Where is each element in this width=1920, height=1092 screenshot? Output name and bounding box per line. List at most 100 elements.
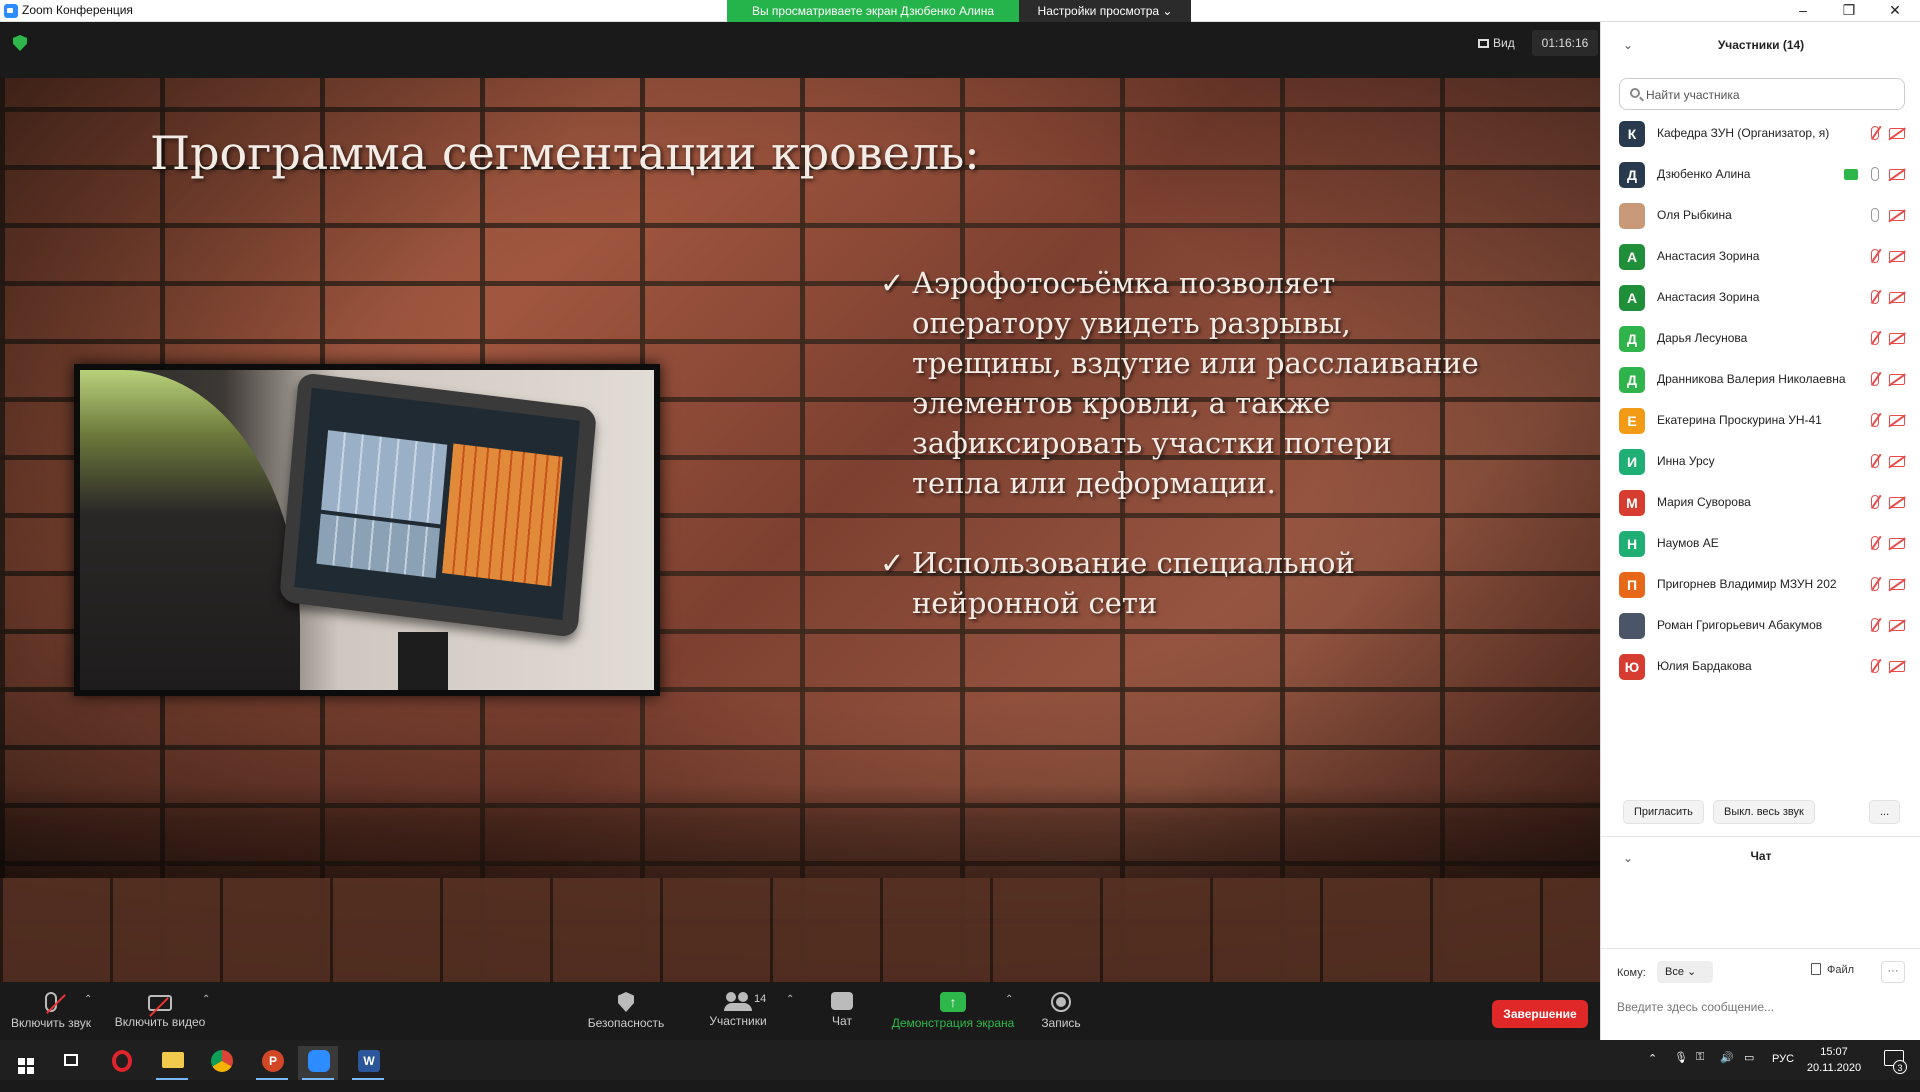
zoom-taskbar-button[interactable] xyxy=(298,1046,338,1080)
restore-button[interactable]: ❐ xyxy=(1826,0,1872,22)
network-icon[interactable]: ▭ xyxy=(1744,1051,1754,1091)
participant-row[interactable]: Д Дарья Лесунова xyxy=(1601,319,1920,360)
camera-off-icon xyxy=(148,995,172,1011)
minimize-button[interactable]: – xyxy=(1780,0,1826,22)
file-button[interactable]: Файл xyxy=(1811,963,1854,976)
slide-title: Программа сегментации кровель: xyxy=(150,126,980,180)
video-options-caret-icon[interactable]: ⌃ xyxy=(202,994,210,1005)
invite-button[interactable]: Пригласить xyxy=(1623,800,1704,824)
participant-row[interactable]: П Пригорнев Владимир МЗУН 202 xyxy=(1601,565,1920,606)
participant-row[interactable]: М Мария Суворова xyxy=(1601,483,1920,524)
start-button[interactable] xyxy=(4,1046,44,1080)
task-view-button[interactable] xyxy=(52,1046,92,1080)
security-button[interactable]: Безопасность xyxy=(586,982,666,1040)
chrome-taskbar-button[interactable] xyxy=(202,1046,242,1080)
chat-label: Чат xyxy=(832,1014,852,1028)
unmute-button[interactable]: Включить звук xyxy=(8,982,94,1040)
input-language[interactable]: РУС xyxy=(1772,1053,1794,1065)
participant-row[interactable]: А Анастасия Зорина xyxy=(1601,278,1920,319)
view-settings-button[interactable]: Настройки просмотра ⌄ xyxy=(1019,0,1191,22)
avatar: Е xyxy=(1619,408,1645,434)
solar-panel-image xyxy=(316,513,440,579)
chat-message-input[interactable] xyxy=(1617,995,1907,1019)
chat-bubble-icon xyxy=(831,992,853,1010)
chrome-icon xyxy=(211,1050,233,1072)
volume-icon[interactable]: 🔊 xyxy=(1720,1051,1734,1091)
view-button-label: Вид xyxy=(1493,36,1515,50)
participant-row[interactable]: Е Екатерина Проскурина УН-41 xyxy=(1601,401,1920,442)
mute-all-button[interactable]: Выкл. весь звук xyxy=(1713,800,1815,824)
encryption-shield-icon[interactable] xyxy=(13,35,27,51)
participant-search[interactable] xyxy=(1619,78,1905,110)
participants-icon xyxy=(724,992,752,1011)
audio-options-caret-icon[interactable]: ⌃ xyxy=(84,994,92,1005)
chat-recipient-select[interactable]: Все ⌄ xyxy=(1657,961,1713,983)
camera-off-icon xyxy=(1889,579,1905,590)
avatar: Д xyxy=(1619,367,1645,393)
view-button[interactable]: Вид xyxy=(1478,32,1515,54)
participant-row[interactable]: Ю Юлия Бардакова xyxy=(1601,647,1920,688)
record-button[interactable]: Запись xyxy=(1038,982,1084,1040)
unmute-label: Включить звук xyxy=(10,1016,92,1030)
participant-row[interactable]: А Анастасия Зорина xyxy=(1601,237,1920,278)
participants-caret-icon[interactable]: ⌃ xyxy=(786,994,794,1005)
avatar: Д xyxy=(1619,326,1645,352)
camera-off-icon xyxy=(1889,210,1905,221)
slide-bullet: ✓ Использование специальной нейронной се… xyxy=(880,543,1480,623)
photo-content xyxy=(80,370,654,690)
mic-muted-icon xyxy=(1871,372,1879,386)
camera-off-icon xyxy=(1889,661,1905,672)
mic-muted-icon xyxy=(45,992,57,1012)
participant-name: Дранникова Валерия Николаевна xyxy=(1657,372,1846,386)
camera-off-icon xyxy=(1889,128,1905,139)
word-taskbar-button[interactable]: W xyxy=(348,1046,388,1080)
chat-more-button[interactable]: ··· xyxy=(1881,961,1905,983)
mic-muted-icon xyxy=(1871,413,1879,427)
meeting-timer: 01:16:16 xyxy=(1532,30,1598,56)
security-shield-icon xyxy=(618,992,634,1012)
slide-photo-drone-tablet xyxy=(74,364,660,696)
participant-row[interactable]: Роман Григорьевич Абакумов xyxy=(1601,606,1920,647)
participant-name: Мария Суворова xyxy=(1657,495,1751,509)
camera-off-icon xyxy=(1889,456,1905,467)
start-video-button[interactable]: Включить видео xyxy=(112,982,208,1040)
avatar xyxy=(1619,613,1645,639)
meeting-toolbar: Включить звук ⌃ Включить видео ⌃ Безопас… xyxy=(0,982,1600,1040)
camera-off-icon xyxy=(1889,333,1905,344)
end-meeting-button[interactable]: Завершение xyxy=(1492,1000,1588,1028)
share-screen-icon: ↑ xyxy=(940,992,966,1012)
opera-icon xyxy=(112,1050,132,1072)
taskbar-clock[interactable]: 15:07 20.11.2020 xyxy=(1806,1044,1862,1076)
participant-name: Анастасия Зорина xyxy=(1657,249,1760,263)
participant-row[interactable]: Оля Рыбкина xyxy=(1601,196,1920,237)
microphone-tray-icon[interactable]: 🎙 xyxy=(1674,1051,1688,1091)
tray-overflow-icon[interactable]: ⌃ xyxy=(1648,1052,1657,1092)
participant-name: Анастасия Зорина xyxy=(1657,290,1760,304)
explorer-taskbar-button[interactable] xyxy=(152,1046,192,1080)
avatar: Ю xyxy=(1619,654,1645,680)
participant-row[interactable]: Д Дзюбенко Алина xyxy=(1601,155,1920,196)
mic-icon xyxy=(1871,167,1879,181)
chat-button[interactable]: Чат xyxy=(826,982,858,1040)
participant-name: Юлия Бардакова xyxy=(1657,659,1752,673)
participant-row[interactable]: К Кафедра ЗУН (Организатор, я) xyxy=(1601,114,1920,155)
network-security-tray-icon[interactable]: ⚿ xyxy=(1696,1051,1704,1091)
share-screen-button[interactable]: ↑ Демонстрация экрана xyxy=(888,982,1018,1040)
share-options-caret-icon[interactable]: ⌃ xyxy=(1005,994,1013,1005)
participants-button[interactable]: 14 Участники xyxy=(704,982,772,1040)
opera-taskbar-button[interactable] xyxy=(102,1046,142,1080)
participant-row[interactable]: И Инна Урсу xyxy=(1601,442,1920,483)
participant-row[interactable]: Н Наумов АЕ xyxy=(1601,524,1920,565)
participant-name: Кафедра ЗУН (Организатор, я) xyxy=(1657,126,1830,140)
more-options-button[interactable]: ... xyxy=(1869,800,1901,824)
close-button[interactable]: ✕ xyxy=(1872,0,1918,22)
mic-muted-icon xyxy=(1871,249,1879,263)
avatar: А xyxy=(1619,244,1645,270)
zoom-app-icon xyxy=(4,4,18,18)
participant-name: Оля Рыбкина xyxy=(1657,208,1732,222)
participant-search-input[interactable] xyxy=(1646,85,1896,105)
powerpoint-taskbar-button[interactable]: P xyxy=(252,1046,292,1080)
check-icon: ✓ xyxy=(880,546,905,580)
mic-muted-icon xyxy=(1871,454,1879,468)
participant-row[interactable]: Д Дранникова Валерия Николаевна xyxy=(1601,360,1920,401)
